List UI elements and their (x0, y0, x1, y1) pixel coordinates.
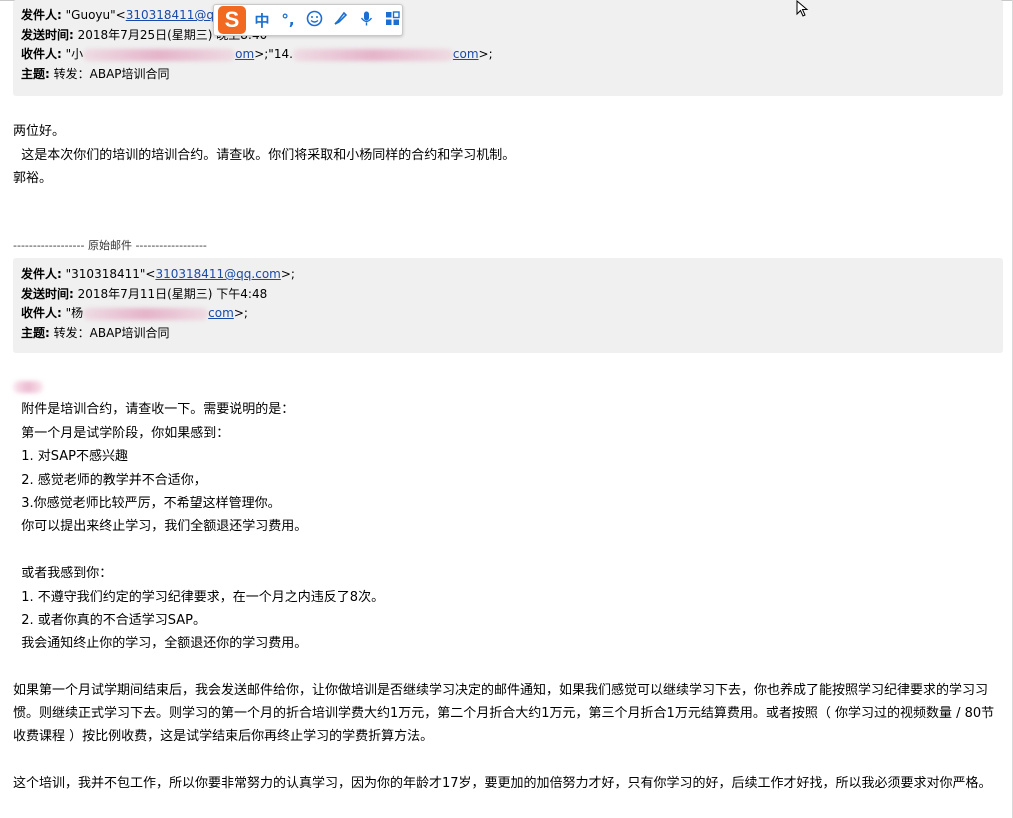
original-mail-separator: ------------------ 原始邮件 ----------------… (13, 239, 207, 252)
from-name: "Guoyu"< (65, 8, 126, 22)
ime-mode-toggle[interactable]: 中 (252, 10, 272, 31)
body-line: 2. 或者你真的不合适学习SAP。 (13, 613, 207, 629)
ime-punctuation-toggle[interactable]: °, (278, 11, 298, 29)
body-line: 或者我感到你： (13, 566, 113, 582)
from-row: 发件人: "310318411"<310318411@qq.com>; (21, 265, 995, 285)
smiley-icon[interactable] (304, 10, 324, 31)
subject-value: 转发：ABAP培训合同 (53, 66, 170, 81)
redacted-blur (83, 307, 209, 320)
to-label: 收件人: (21, 306, 62, 320)
subject-row: 主题: 转发：ABAP培训合同 (21, 65, 995, 85)
subject-label: 主题: (21, 325, 50, 340)
body-line: 附件是培训合约，请查收一下。需要说明的是： (13, 402, 295, 418)
from-email-link[interactable]: 310318411@q (126, 8, 214, 22)
sogou-logo-icon[interactable]: S (218, 6, 246, 34)
from-label: 发件人: (21, 8, 62, 22)
from-name: "310318411"< (65, 267, 156, 281)
to-end: >; (478, 47, 493, 61)
body-line: 第一个月是试学阶段，你如果感到： (13, 425, 230, 441)
from-row: 发件人: "Guoyu"<310318411@q (21, 6, 995, 26)
body-line: 1. 不遵守我们约定的学习纪律要求，在一个月之内违反了8次。 (13, 589, 385, 605)
mouse-cursor-icon (796, 0, 809, 17)
subject-label: 主题: (21, 66, 50, 81)
to-email-link-1[interactable]: om (235, 47, 254, 61)
from-label: 发件人: (21, 267, 62, 281)
redacted-blur (292, 48, 453, 61)
to-row: 收件人: "小 om>;"14. com>; (21, 45, 995, 65)
from-end: >; (280, 267, 295, 281)
body-line: 我会通知终止你的学习，全额退还你的学习费用。 (13, 636, 308, 652)
sent-value: 2018年7月11日(星期三) 下午4:48 (77, 286, 268, 301)
redacted-blur (13, 380, 43, 393)
body-line: 两位好。 (13, 124, 66, 139)
ime-toolbar[interactable]: S 中 °, (213, 4, 403, 36)
to-email-link[interactable]: com (208, 306, 234, 320)
sent-row: 发送时间: 2018年7月11日(星期三) 下午4:48 (21, 285, 995, 305)
greeting-redacted (13, 375, 1003, 398)
subject-value: 转发：ABAP培训合同 (53, 325, 170, 340)
body-line: 2. 感觉老师的教学并不合适你， (13, 472, 207, 488)
original-mail-header: 发件人: "310318411"<310318411@qq.com>; 发送时间… (13, 258, 1003, 353)
body-line: 郭裕。 (13, 171, 53, 186)
body-line: 你可以提出来终止学习，我们全额退还学习费用。 (13, 519, 308, 535)
grid-icon[interactable] (382, 10, 402, 31)
body-paragraph: 如果第一个月试学期间结束后，我会发送邮件给你，让你做培训是否继续学习决定的邮件通… (13, 683, 995, 745)
to-label: 收件人: (21, 47, 62, 61)
sent-row: 发送时间: 2018年7月25日(星期三) 晚上8:40 (21, 26, 995, 46)
body-line: 这是本次你们的培训的培训合约。请查收。你们将采取和小杨同样的合约和学习机制。 (13, 147, 516, 163)
sent-label: 发送时间: (21, 286, 74, 301)
to-prefix: "杨 (65, 306, 84, 320)
sent-label: 发送时间: (21, 27, 74, 42)
original-message-body: 附件是培训合约，请查收一下。需要说明的是： 第一个月是试学阶段，你如果感到： 1… (13, 375, 1003, 795)
subject-row: 主题: 转发：ABAP培训合同 (21, 324, 995, 344)
to-prefix: "小 (65, 47, 84, 61)
body-paragraph: 这个培训，我并不包工作，所以你要非常努力的认真学习，因为你的年龄才17岁，要更加… (13, 775, 992, 791)
forward-mail-header: 发件人: "Guoyu"<310318411@q 发送时间: 2018年7月25… (13, 0, 1003, 96)
body-line: 3.你感觉老师比较严厉，不希望这样管理你。 (13, 496, 281, 512)
to-row: 收件人: "杨 com>; (21, 304, 995, 324)
to-end: >; (233, 306, 248, 320)
to-email-link-2[interactable]: com (453, 47, 479, 61)
forward-message-body: 两位好。 这是本次你们的培训的培训合约。请查收。你们将采取和小杨同样的合约和学习… (13, 120, 515, 191)
microphone-icon[interactable] (356, 10, 376, 31)
to-mid: >;"14. (254, 47, 293, 61)
redacted-blur (83, 48, 236, 61)
body-line: 1. 对SAP不感兴趣 (13, 449, 129, 465)
from-email-link[interactable]: 310318411@qq.com (155, 267, 280, 281)
brush-icon[interactable] (330, 10, 350, 31)
